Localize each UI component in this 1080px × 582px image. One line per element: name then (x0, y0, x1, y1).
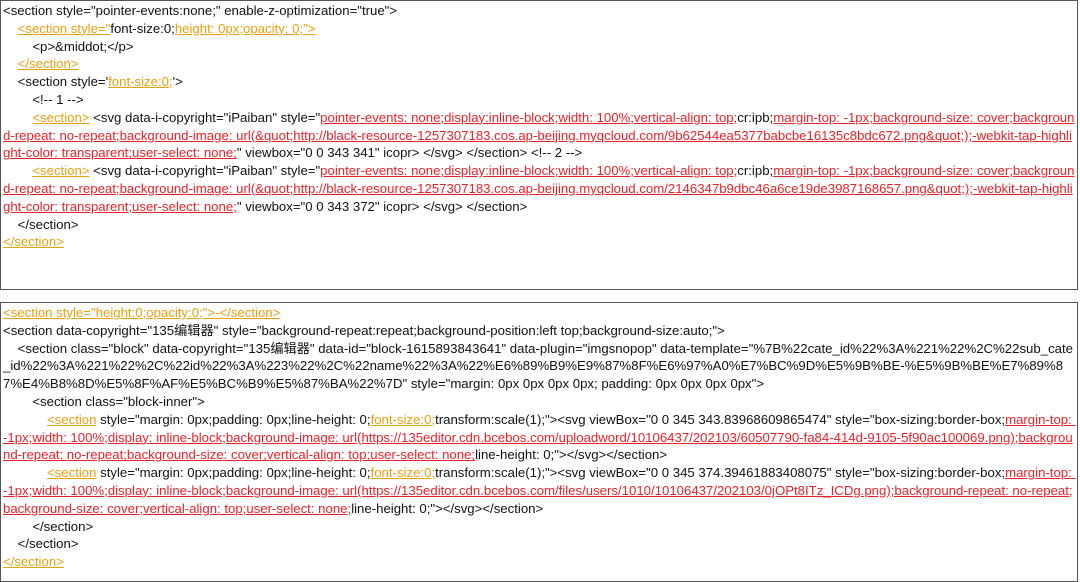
code-token: <section style="pointer-events:none;" en… (3, 3, 398, 18)
code-token: <section style=" (17, 20, 111, 36)
code-token: font-size:0; (110, 20, 175, 36)
code-line: <section style="font-size:0;height: 0px;… (3, 20, 1077, 38)
code-token: pointer-events: none;display:inline-bloc… (320, 109, 738, 125)
code-block-top: <section style="pointer-events:none;" en… (1, 1, 1077, 289)
code-line: <p>&middot;</p> (3, 38, 1077, 56)
code-line: </section> (3, 518, 1077, 536)
code-line: <section style='font-size:0;'> (3, 73, 1077, 91)
code-token: <section (46, 465, 97, 481)
code-line: </section> (3, 535, 1077, 553)
code-token: font-size:0; (108, 74, 173, 90)
code-token: <section style=' (3, 74, 109, 90)
code-token: cr:ipb; (737, 109, 774, 125)
code-token: line-height: 0;"></svg></section> (475, 447, 668, 463)
code-line: <!-- 1 --> (3, 91, 1077, 109)
code-line: <section style="margin: 0px;padding: 0px… (3, 411, 1077, 464)
code-token: <section> (32, 163, 90, 179)
code-token: <p>&middot;</p> (3, 38, 134, 54)
code-token: </section> (3, 234, 64, 250)
code-line: <section> <svg data-i-copyright="iPaiban… (3, 109, 1077, 162)
code-token: transform:scale(1);"><svg viewBox="0 0 3… (435, 465, 1006, 481)
code-token: </section> (3, 216, 79, 232)
code-token: <section data-copyright="135编辑器" style="… (3, 322, 725, 338)
code-token: <!-- 1 --> (3, 91, 84, 107)
code-line: <section class="block-inner"> (3, 393, 1077, 411)
code-token: </section> (3, 518, 94, 534)
code-token: transform:scale(1);"><svg viewBox="0 0 3… (435, 411, 1006, 427)
code-line: </section> (3, 553, 1077, 571)
code-line: </section> (3, 216, 1077, 234)
code-token: " viewbox="0 0 343 341" icopr> </svg> </… (236, 145, 583, 161)
code-token: style="margin: 0px;padding: 0px;line-hei… (96, 411, 371, 427)
code-token: </section> (3, 554, 64, 570)
code-token: <section (46, 411, 97, 427)
code-token: font-size:0; (370, 411, 436, 427)
code-token: height: 0px;opacity: 0;"> (174, 20, 316, 36)
code-token: style="margin: 0px;padding: 0px;line-hei… (96, 465, 371, 481)
code-token: font-size:0; (370, 465, 436, 481)
code-token: </section> (3, 536, 79, 552)
code-token: <section class="block" data-copyright="1… (3, 340, 1073, 392)
code-token: <section> (32, 109, 90, 125)
code-line: </section> (3, 233, 1077, 251)
code-panel-bottom: <section style="height:0;opacity:0;">-</… (0, 302, 1078, 582)
code-token: </section> (17, 56, 79, 72)
code-token: <svg data-i-copyright="iPaiban" style=" (89, 109, 321, 125)
code-token: cr:ipb; (737, 163, 774, 179)
code-line: <section class="block" data-copyright="1… (3, 340, 1077, 393)
code-token: line-height: 0;"></svg></section> (351, 500, 544, 516)
code-token: <svg data-i-copyright="iPaiban" style=" (89, 163, 321, 179)
code-line: <section style="margin: 0px;padding: 0px… (3, 464, 1077, 517)
code-line: <section> <svg data-i-copyright="iPaiban… (3, 162, 1077, 215)
code-token: '> (172, 74, 183, 90)
code-panel-top: <section style="pointer-events:none;" en… (0, 0, 1078, 290)
code-line: <section style="pointer-events:none;" en… (3, 2, 1077, 20)
code-token: <section style="height:0;opacity:0;">-</… (3, 305, 281, 320)
code-line: <section style="height:0;opacity:0;">-</… (3, 304, 1077, 322)
code-token: <section class="block-inner"> (3, 393, 205, 409)
code-line: <section data-copyright="135编辑器" style="… (3, 322, 1077, 340)
code-line: </section> (3, 55, 1077, 73)
code-token: pointer-events: none;display:inline-bloc… (320, 163, 738, 179)
code-block-bottom: <section style="height:0;opacity:0;">-</… (1, 303, 1077, 581)
code-token: " viewbox="0 0 343 372" icopr> </svg> </… (236, 198, 528, 214)
